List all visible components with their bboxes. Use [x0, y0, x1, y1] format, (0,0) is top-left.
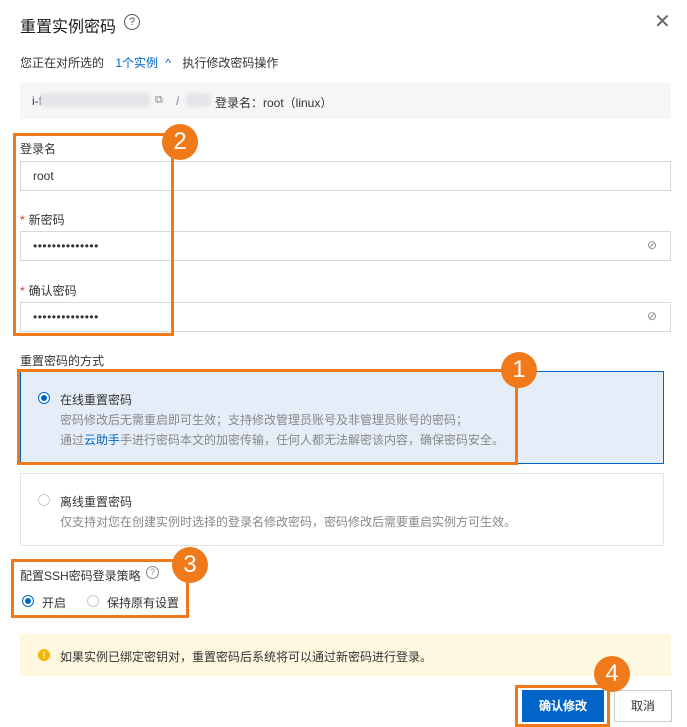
eye-slash-icon[interactable]: ⊘ — [647, 238, 657, 252]
new-password-label: * 新密码 — [20, 211, 65, 228]
warning-icon: ! — [38, 649, 50, 661]
ssh-policy-enable-label[interactable]: 开启 — [42, 594, 66, 611]
scope-text: 您正在对所选的 1个实例 ^ 执行修改密码操作 — [20, 54, 278, 71]
cancel-button[interactable]: 取消 — [614, 690, 672, 722]
close-icon[interactable]: ✕ — [654, 10, 671, 34]
annotation-badge-2: 2 — [162, 124, 198, 160]
username-field[interactable]: root — [20, 161, 671, 191]
question-circle-icon[interactable]: ? — [146, 566, 159, 579]
ssh-policy-enable-radio[interactable] — [22, 595, 34, 607]
reset-mode-offline-desc: 仅支持对您在创建实例时选择的登录名修改密码，密码修改后需要重启实例方可生效。 — [60, 515, 517, 529]
confirm-password-label-text: 确认密码 — [28, 284, 77, 298]
dialog-title: 重置实例密码 — [20, 19, 117, 36]
reset-mode-offline-title: 离线重置密码 — [60, 495, 133, 509]
ssh-policy-keep-label[interactable]: 保持原有设置 — [107, 594, 179, 611]
notice-text: 如果实例已绑定密钥对，重置密码后系统将可以通过新密码进行登录。 — [60, 650, 433, 664]
reset-mode-online-desc: 密码修改后无需重启即可生效；支持修改管理员账号及非管理员账号的密码； — [60, 413, 469, 427]
reset-mode-online-radio[interactable] — [38, 392, 50, 404]
reset-mode-online-title: 在线重置密码 — [60, 393, 133, 407]
chevron-up-icon[interactable]: ^ — [165, 56, 171, 70]
instance-count-link[interactable]: 1个实例 — [115, 56, 158, 70]
scope-suffix: 执行修改密码操作 — [182, 56, 279, 70]
instance-slash: / — [176, 94, 180, 108]
annotation-badge-3: 3 — [172, 547, 208, 583]
annotation-badge-1: 1 — [501, 352, 537, 388]
annotation-badge-4: 4 — [594, 656, 630, 692]
confirm-button[interactable]: 确认修改 — [522, 690, 604, 722]
scope-prefix: 您正在对所选的 — [20, 56, 105, 70]
required-mark: * — [20, 284, 25, 298]
reset-mode-offline-radio[interactable] — [38, 494, 50, 506]
confirm-password-label: * 确认密码 — [20, 282, 77, 299]
ssh-policy-keep-radio[interactable] — [87, 595, 99, 607]
instance-name-redacted — [186, 93, 210, 107]
new-password-label-text: 新密码 — [28, 213, 65, 227]
required-mark: * — [20, 213, 25, 227]
reset-mode-label: 重置密码的方式 — [20, 354, 105, 368]
cloud-assistant-link[interactable]: 云助手 — [84, 433, 120, 447]
desc-pre: 通过 — [60, 433, 85, 447]
copy-icon[interactable]: ⧉ — [155, 94, 163, 107]
username-label: 登录名 — [20, 142, 57, 156]
confirm-password-field[interactable]: •••••••••••••• — [20, 302, 671, 332]
confirm-password-value: •••••••••••••• — [33, 310, 99, 324]
instance-login-info: 登录名：root（linux） — [215, 96, 333, 110]
question-circle-icon[interactable]: ? — [124, 14, 140, 30]
desc-post: 手进行密码本文的加密传输，任何人都无法解密该内容，确保密码安全。 — [120, 433, 505, 447]
instance-id-redacted — [40, 93, 150, 107]
eye-slash-icon[interactable]: ⊘ — [647, 309, 657, 323]
ssh-policy-label: 配置SSH密码登录策略 — [20, 569, 141, 583]
reset-mode-online-desc-2: 通过云助手手进行密码本文的加密传输，任何人都无法解密该内容，确保密码安全。 — [60, 431, 504, 448]
new-password-field[interactable]: •••••••••••••• — [20, 231, 671, 261]
new-password-value: •••••••••••••• — [33, 239, 99, 253]
